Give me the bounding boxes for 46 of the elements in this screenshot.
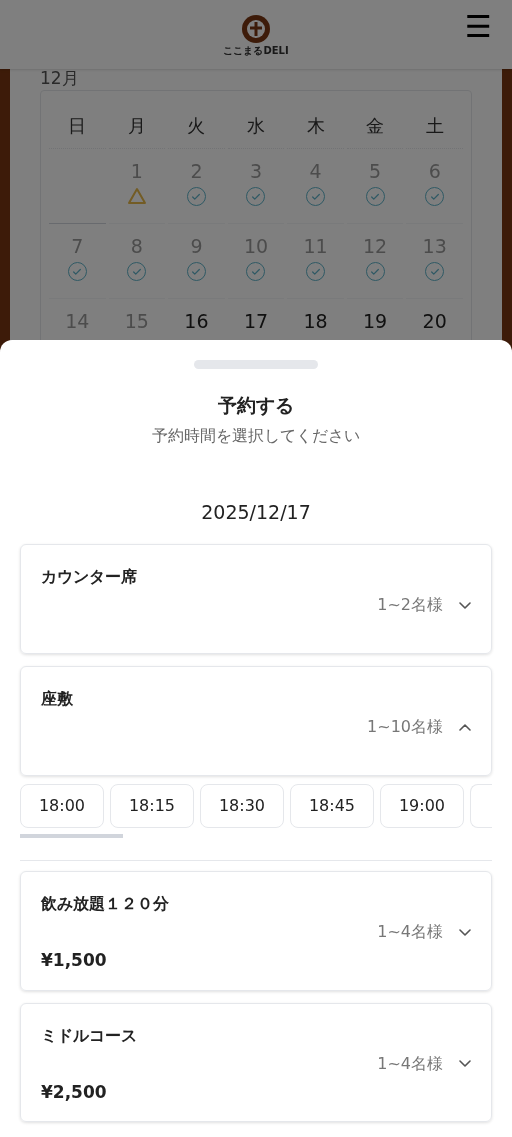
logo-icon: [241, 13, 271, 44]
time-slot-button[interactable]: 19:00: [380, 784, 464, 828]
day-number: 20: [422, 309, 447, 333]
logo-text: ここまるDELI: [223, 45, 289, 56]
drag-handle[interactable]: [194, 360, 318, 369]
weekday-label: 金: [366, 114, 385, 138]
plan-card[interactable]: カウンター席 1~2名様: [20, 544, 492, 654]
logo[interactable]: ここまるDELI: [223, 13, 289, 56]
sheet-title: 予約する: [218, 393, 294, 418]
weekday-label: 土: [425, 114, 444, 138]
month-label: 12月: [40, 69, 80, 87]
plan-card[interactable]: 座敷 1~10名様: [20, 666, 492, 776]
plan-card[interactable]: 飲み放題１２０分 1~4名様 ¥1,500: [20, 871, 492, 991]
time-slot-button[interactable]: 18:00: [20, 784, 104, 828]
plan-name: 飲み放題１２０分: [41, 893, 170, 915]
chevron-down-icon: [459, 1060, 471, 1067]
menu-button[interactable]: ☰: [465, 12, 492, 42]
weekday-label: 火: [187, 114, 206, 138]
capacity-label: 1~10名様: [367, 716, 443, 738]
time-slot-button[interactable]: 18:45: [290, 784, 374, 828]
capacity-label: 1~4名様: [377, 921, 443, 943]
plan-card[interactable]: ミドルコース 1~4名様 ¥2,500: [20, 1002, 492, 1122]
weekday-label: 月: [127, 114, 146, 138]
plan-name: 座敷: [41, 688, 74, 710]
day-number: 17: [243, 309, 269, 333]
selected-date: 2025/12/17: [201, 499, 311, 525]
price-label: ¥1,500: [41, 949, 108, 972]
day-number: 16: [184, 309, 209, 333]
plan-name: ミドルコース: [41, 1024, 138, 1047]
time-slot-button[interactable]: 18:30: [200, 784, 284, 828]
chevron-down-icon: [459, 601, 471, 609]
capacity-label: 1~2名様: [377, 594, 443, 616]
chevron-up-icon: [459, 723, 471, 731]
time-slot-button[interactable]: [470, 784, 492, 828]
weekday-label: 日: [68, 114, 87, 138]
chevron-down-icon: [459, 928, 471, 936]
time-slot-button[interactable]: 18:15: [110, 784, 194, 828]
weekday-label: 木: [306, 114, 325, 138]
weekday-label: 水: [247, 114, 265, 138]
scrollbar[interactable]: [20, 834, 123, 838]
sheet-subtitle: 予約時間を選択してください: [152, 424, 360, 447]
capacity-label: 1~4名様: [377, 1052, 443, 1075]
day-number: 18: [303, 309, 328, 333]
plan-name: カウンター席: [41, 566, 138, 588]
day-number: 19: [363, 309, 388, 333]
price-label: ¥2,500: [41, 1080, 108, 1104]
